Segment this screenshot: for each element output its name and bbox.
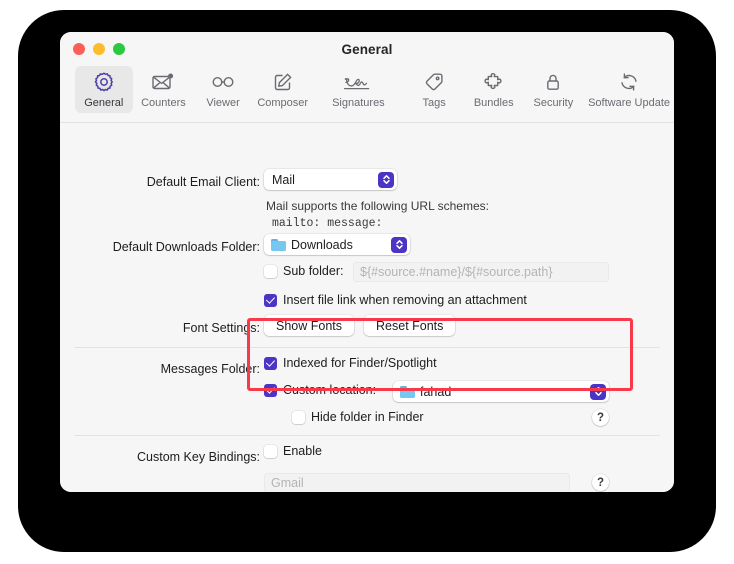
signature-icon xyxy=(341,68,375,96)
custom-key-bindings-input[interactable]: Gmail xyxy=(264,473,570,492)
folder-icon xyxy=(400,385,415,398)
window-title: General xyxy=(341,42,393,57)
refresh-cycle-icon xyxy=(617,68,641,96)
default-email-client-popup[interactable]: Mail xyxy=(264,169,397,190)
toolbar-item-viewer[interactable]: Viewer xyxy=(194,66,252,113)
sub-folder-input[interactable]: ${#source.#name}/${#source.path} xyxy=(353,262,609,282)
indexed-for-spotlight-label: Indexed for Finder/Spotlight xyxy=(283,356,437,370)
email-client-note-line2: mailto: message: xyxy=(272,217,383,230)
messages-folder-label: Messages Folder: xyxy=(160,362,260,376)
custom-key-bindings-label: Custom Key Bindings: xyxy=(137,450,260,464)
toolbar-item-bundles[interactable]: Bundles xyxy=(465,66,523,113)
insert-file-link-checkbox[interactable] xyxy=(264,293,277,307)
preferences-content: Default Email Client: Mail Mail supports… xyxy=(60,123,674,492)
preferences-window: General General Counters Viewer Composer… xyxy=(60,32,674,492)
compose-pencil-icon xyxy=(271,68,295,96)
custom-location-checkbox[interactable] xyxy=(264,383,277,397)
lock-icon xyxy=(541,68,565,96)
section-divider-1 xyxy=(74,347,660,348)
custom-key-bindings-enable-row[interactable]: Enable xyxy=(264,444,322,458)
sub-folder-placeholder: ${#source.#name}/${#source.path} xyxy=(360,265,553,279)
hide-folder-in-finder-row[interactable]: Hide folder in Finder xyxy=(292,410,424,424)
window-titlebar: General xyxy=(60,32,674,66)
custom-key-bindings-placeholder: Gmail xyxy=(271,476,304,490)
toolbar-item-general[interactable]: General xyxy=(75,66,133,113)
hide-folder-in-finder-checkbox[interactable] xyxy=(292,410,305,424)
font-settings-label: Font Settings: xyxy=(182,321,260,335)
toolbar-item-signatures[interactable]: Signatures xyxy=(314,66,404,113)
insert-file-link-label: Insert file link when removing an attach… xyxy=(283,293,527,307)
custom-location-row[interactable]: Custom location: xyxy=(264,383,376,397)
show-fonts-button[interactable]: Show Fonts xyxy=(264,315,355,336)
custom-location-value: fahad xyxy=(420,384,452,399)
sub-folder-checkbox[interactable] xyxy=(264,264,277,278)
toolbar-item-tags[interactable]: Tags xyxy=(405,66,463,113)
folder-icon xyxy=(271,238,286,251)
toolbar-item-composer[interactable]: Composer xyxy=(254,66,312,113)
toolbar-item-counters[interactable]: Counters xyxy=(135,66,193,113)
gear-icon xyxy=(92,68,116,96)
toolbar-label-counters: Counters xyxy=(141,97,186,109)
toolbar-label-security: Security xyxy=(533,97,574,109)
default-downloads-folder-label: Default Downloads Folder: xyxy=(112,240,260,254)
puzzle-piece-icon xyxy=(481,68,507,96)
indexed-for-spotlight-row[interactable]: Indexed for Finder/Spotlight xyxy=(264,356,437,370)
default-email-client-value: Mail xyxy=(272,172,295,187)
toolbar-label-signatures: Signatures xyxy=(332,97,385,109)
toolbar-label-composer: Composer xyxy=(257,97,309,109)
sub-folder-label: Sub folder: xyxy=(283,264,344,278)
toolbar-label-viewer: Viewer xyxy=(206,97,240,109)
toolbar-label-tags: Tags xyxy=(422,97,446,109)
email-client-note-line1: Mail supports the following URL schemes: xyxy=(266,199,489,213)
messages-folder-help-button[interactable]: ? xyxy=(592,409,609,426)
toolbar-item-security[interactable]: Security xyxy=(525,66,583,113)
custom-key-bindings-enable-label: Enable xyxy=(283,444,322,458)
custom-location-popup[interactable]: fahad xyxy=(393,381,609,402)
indexed-for-spotlight-checkbox[interactable] xyxy=(264,356,277,370)
custom-key-bindings-help-button[interactable]: ? xyxy=(592,474,609,491)
insert-file-link-row[interactable]: Insert file link when removing an attach… xyxy=(264,293,527,307)
chevron-updown-icon xyxy=(391,236,407,253)
default-downloads-folder-popup[interactable]: Downloads xyxy=(264,234,410,255)
sub-folder-checkbox-row[interactable]: Sub folder: xyxy=(264,264,343,278)
toolbar-label-software-update: Software Update xyxy=(588,97,671,109)
default-downloads-folder-value: Downloads xyxy=(291,237,353,252)
section-divider-2 xyxy=(74,435,660,436)
toolbar-item-software-update[interactable]: Software Update xyxy=(584,66,674,113)
envelope-badge-icon xyxy=(150,68,176,96)
chevron-updown-icon xyxy=(590,383,606,400)
hide-folder-in-finder-label: Hide folder in Finder xyxy=(311,410,424,424)
custom-key-bindings-enable-checkbox[interactable] xyxy=(264,444,277,458)
tag-icon xyxy=(422,68,446,96)
toolbar-label-bundles: Bundles xyxy=(473,97,514,109)
reset-fonts-button[interactable]: Reset Fonts xyxy=(364,315,456,336)
preferences-toolbar: General Counters Viewer Composer Signatu… xyxy=(60,66,674,123)
chevron-updown-icon xyxy=(378,171,394,188)
glasses-icon xyxy=(210,68,236,96)
toolbar-label-general: General xyxy=(84,97,124,109)
custom-location-label: Custom location: xyxy=(283,383,377,397)
default-email-client-label: Default Email Client: xyxy=(146,175,260,189)
